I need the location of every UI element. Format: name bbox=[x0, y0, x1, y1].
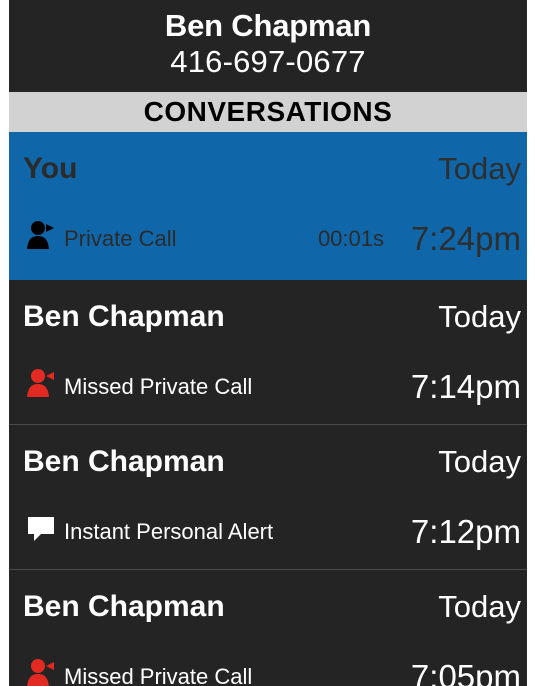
conversation-name: Ben Chapman bbox=[23, 445, 225, 478]
call-duration: 00:01s bbox=[317, 226, 384, 251]
conversation-name: Ben Chapman bbox=[23, 590, 225, 623]
contact-name: Ben Chapman bbox=[164, 8, 372, 43]
conversation-time: 7:24pm bbox=[410, 220, 521, 257]
conversation-item[interactable]: Ben Chapman Today Instant Personal Alert… bbox=[9, 425, 527, 570]
outgoing-private-call-icon bbox=[23, 219, 61, 253]
conversation-name: Ben Chapman bbox=[23, 300, 225, 333]
conversation-item[interactable]: Ben Chapman Today Missed Private Call 7:… bbox=[9, 280, 527, 425]
conversation-list: You Today Private Call 00:01s 7:24pm Ben… bbox=[9, 132, 527, 686]
conversation-date: Today bbox=[438, 299, 521, 334]
conversation-time: 7:12pm bbox=[410, 513, 521, 550]
conversation-screen: Ben Chapman 416-697-0677 CONVERSATIONS Y… bbox=[9, 0, 527, 686]
contact-header: Ben Chapman 416-697-0677 bbox=[9, 0, 527, 92]
conversation-name: You bbox=[23, 152, 78, 185]
conversation-time: 7:14pm bbox=[410, 368, 521, 405]
instant-personal-alert-icon bbox=[23, 512, 61, 546]
conversation-item[interactable]: Ben Chapman Today Missed Private Call 7:… bbox=[9, 570, 527, 686]
conversation-item[interactable]: You Today Private Call 00:01s 7:24pm bbox=[9, 132, 527, 280]
conversation-date: Today bbox=[438, 444, 521, 479]
conversation-type: Instant Personal Alert bbox=[64, 519, 274, 544]
contact-number: 416-697-0677 bbox=[170, 44, 366, 79]
conversation-date: Today bbox=[438, 589, 521, 624]
conversation-type: Missed Private Call bbox=[64, 664, 253, 686]
conversation-type: Missed Private Call bbox=[64, 374, 253, 399]
section-title: CONVERSATIONS bbox=[9, 92, 527, 132]
missed-private-call-icon bbox=[23, 657, 61, 686]
missed-private-call-icon bbox=[23, 367, 61, 401]
conversation-time: 7:05pm bbox=[410, 658, 521, 686]
conversation-date: Today bbox=[438, 151, 521, 186]
conversation-type: Private Call bbox=[64, 226, 177, 251]
